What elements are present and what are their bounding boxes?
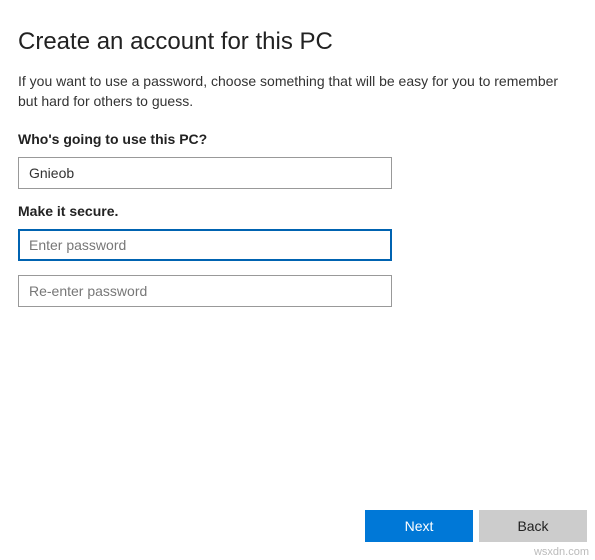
- account-setup-form: Create an account for this PC If you wan…: [0, 0, 595, 307]
- username-input[interactable]: [18, 157, 392, 189]
- page-description: If you want to use a password, choose so…: [18, 72, 577, 111]
- page-title: Create an account for this PC: [18, 28, 577, 56]
- back-button[interactable]: Back: [479, 510, 587, 542]
- watermark: wsxdn.com: [534, 546, 589, 558]
- confirm-password-input[interactable]: [18, 275, 392, 307]
- footer-buttons: Next Back: [365, 510, 587, 542]
- secure-label: Make it secure.: [18, 203, 577, 219]
- password-input[interactable]: [18, 229, 392, 261]
- next-button[interactable]: Next: [365, 510, 473, 542]
- username-label: Who's going to use this PC?: [18, 131, 577, 147]
